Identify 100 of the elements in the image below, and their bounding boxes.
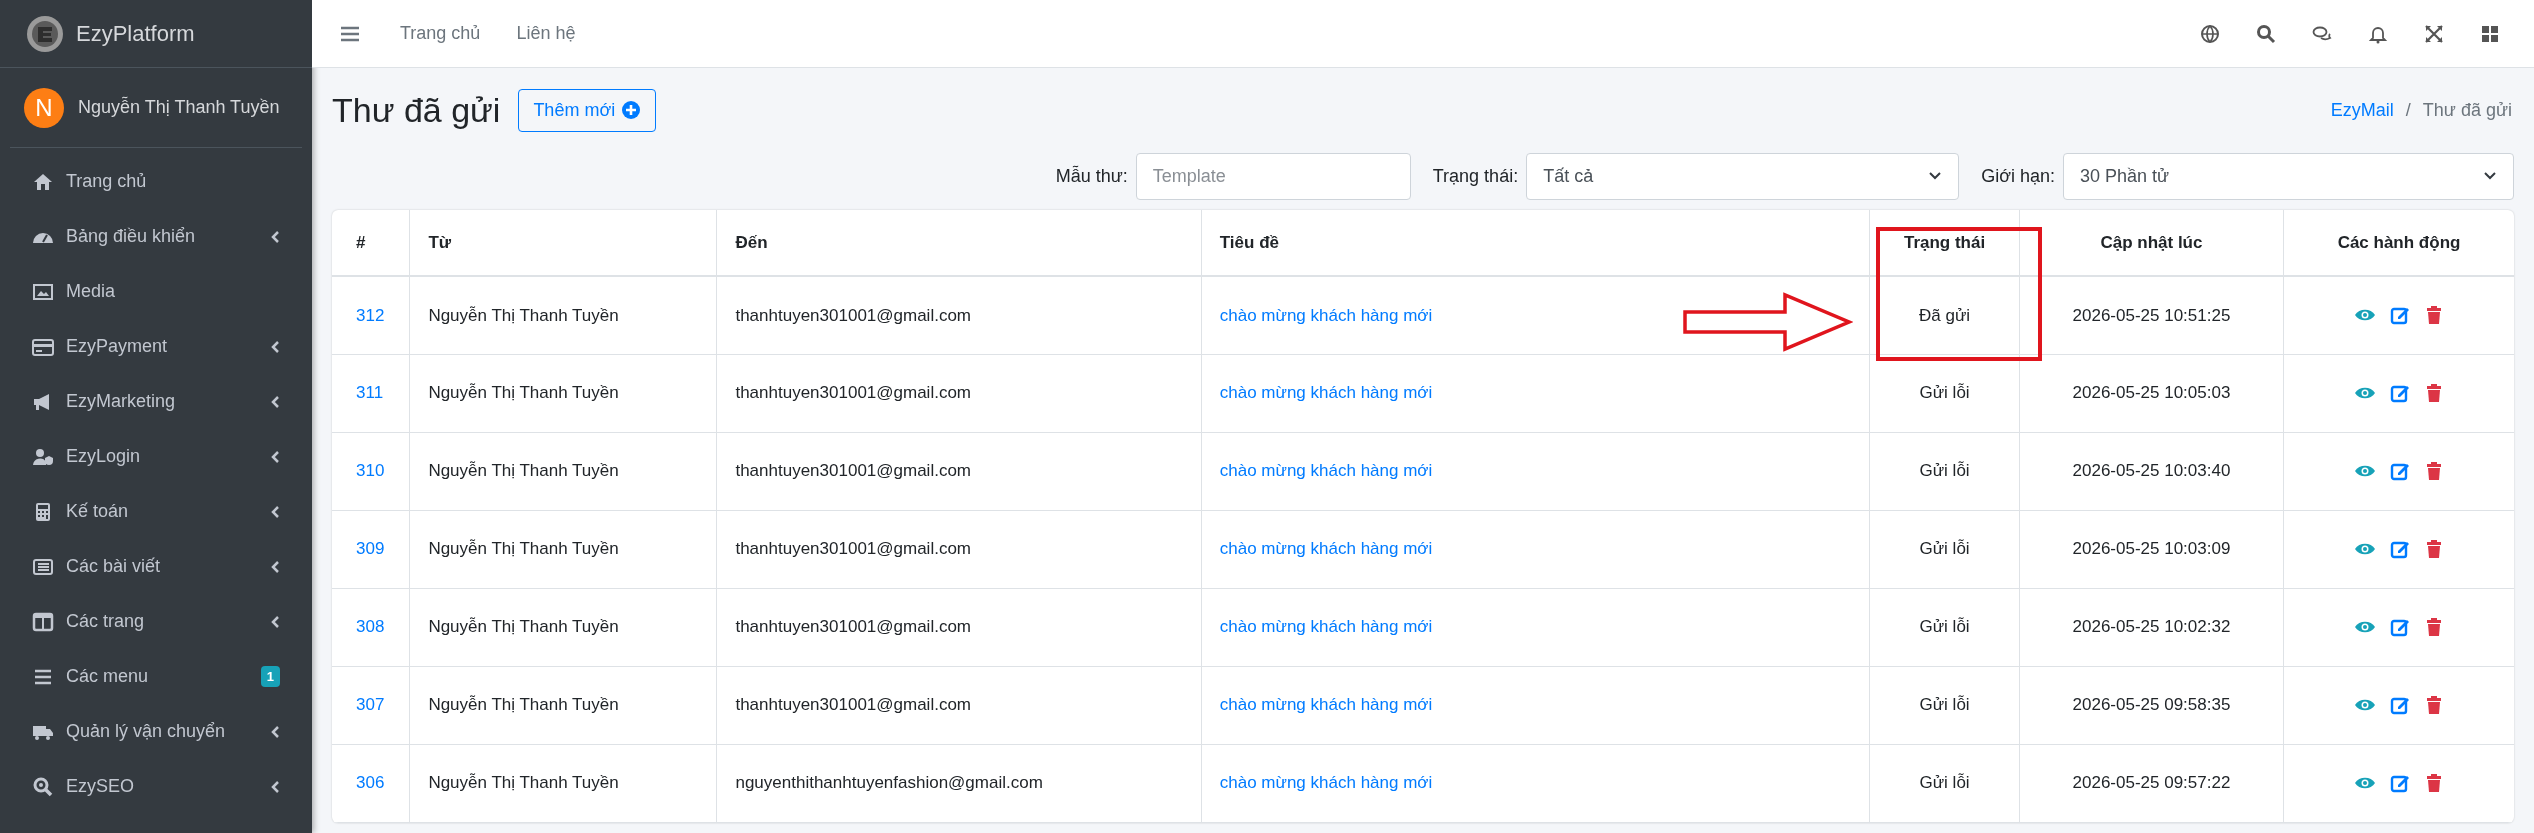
subject-link[interactable]: chào mừng khách hàng mới: [1219, 539, 1433, 559]
grid-button[interactable]: [2480, 23, 2500, 44]
updated-time: 2026-05-25 10:03:09: [2072, 539, 2231, 559]
sidebar-item[interactable]: Các bài viết: [10, 541, 302, 592]
sidebar-item[interactable]: EzyPayment: [10, 321, 302, 372]
globe-button[interactable]: [2200, 23, 2220, 44]
logo-icon: [26, 14, 64, 53]
plus-circle-icon: [621, 100, 642, 120]
updated-time: 2026-05-25 10:03:40: [2072, 461, 2231, 481]
edit-icon: [2390, 539, 2410, 559]
add-new-button[interactable]: Thêm mới: [518, 88, 657, 132]
edit-icon: [2390, 383, 2410, 403]
id-link[interactable]: 307: [356, 695, 385, 715]
recipient-email: thanhtuyen301001@gmail.com: [735, 305, 971, 325]
sidebar-item[interactable]: Các trang: [10, 596, 302, 647]
trash-icon: [2424, 383, 2444, 403]
template-field[interactable]: Template: [1135, 152, 1411, 200]
column-header: Trạng thái: [1869, 210, 2020, 276]
sidebar-item[interactable]: Trang chủ: [10, 156, 302, 207]
nav-link[interactable]: Trang chủ: [400, 20, 481, 47]
search-button[interactable]: [2256, 23, 2276, 44]
sidebar-item[interactable]: Các menu 1: [10, 651, 302, 702]
id-link[interactable]: 311: [356, 383, 384, 403]
recipient-email: thanhtuyen301001@gmail.com: [735, 383, 971, 403]
status-text: Gửi lỗi: [1919, 617, 1970, 637]
trash-icon: [2424, 695, 2444, 715]
delete-button[interactable]: [2424, 773, 2444, 793]
sidebar-item[interactable]: Bảng điều khiển: [10, 211, 302, 262]
delete-button[interactable]: [2424, 383, 2444, 403]
edit-button[interactable]: [2390, 617, 2410, 637]
select-field[interactable]: 30 Phần tử: [2063, 152, 2514, 200]
status-text: Đã gửi: [1919, 305, 1971, 325]
edit-button[interactable]: [2390, 461, 2410, 481]
id-link[interactable]: 312: [356, 305, 385, 325]
filter-label: Trạng thái:: [1432, 164, 1519, 188]
status-text: Gửi lỗi: [1919, 773, 1970, 793]
recipient-email: thanhtuyen301001@gmail.com: [735, 695, 971, 715]
subject-link[interactable]: chào mừng khách hàng mới: [1219, 383, 1433, 403]
user-name[interactable]: Nguyễn Thị Thanh Tuyền: [78, 94, 280, 121]
edit-icon: [2390, 617, 2410, 637]
trash-icon: [2424, 305, 2444, 326]
sidebar-item[interactable]: Media: [10, 266, 302, 317]
column-header: Tiêu đề: [1201, 210, 1870, 276]
count-badge: 1: [260, 665, 280, 688]
sender-name: Nguyễn Thị Thanh Tuyền: [428, 773, 619, 793]
select-field[interactable]: Tất cả: [1526, 152, 1960, 200]
recipient-email: thanhtuyen301001@gmail.com: [735, 461, 971, 481]
status-text: Gửi lỗi: [1919, 383, 1970, 403]
trash-icon: [2424, 617, 2444, 637]
delete-button[interactable]: [2424, 539, 2444, 559]
id-link[interactable]: 308: [356, 617, 385, 637]
delete-button[interactable]: [2424, 305, 2444, 326]
status-text: Gửi lỗi: [1919, 461, 1970, 481]
breadcrumb-link[interactable]: EzyMail: [2330, 96, 2394, 124]
columns-icon: [32, 610, 54, 633]
id-link[interactable]: 309: [356, 539, 385, 559]
nav-link[interactable]: Liên hệ: [516, 20, 576, 47]
delete-button[interactable]: [2424, 461, 2444, 481]
delete-button[interactable]: [2424, 617, 2444, 637]
sidebar-item[interactable]: Kế toán: [10, 486, 302, 537]
edit-icon: [2390, 305, 2410, 326]
chevron-down-icon: [1928, 171, 1943, 181]
breadcrumb-separator: /: [2405, 98, 2411, 122]
updated-time: 2026-05-25 09:58:35: [2072, 695, 2231, 715]
sender-name: Nguyễn Thị Thanh Tuyền: [428, 617, 619, 637]
column-header: Từ: [409, 210, 717, 276]
brand-name[interactable]: EzyPlatform: [76, 17, 195, 50]
sidebar-item[interactable]: EzySEO: [10, 761, 302, 812]
id-link[interactable]: 310: [356, 461, 385, 481]
sender-name: Nguyễn Thị Thanh Tuyền: [428, 305, 619, 325]
grid-icon: [2480, 23, 2500, 44]
subject-link[interactable]: chào mừng khách hàng mới: [1219, 305, 1433, 325]
column-header: Cập nhật lúc: [2019, 210, 2284, 276]
edit-button[interactable]: [2390, 695, 2410, 715]
sidebar-item[interactable]: EzyLogin: [10, 431, 302, 482]
status-text: Gửi lỗi: [1919, 539, 1970, 559]
subject-link[interactable]: chào mừng khách hàng mới: [1219, 617, 1433, 637]
trash-icon: [2424, 773, 2444, 793]
sidebar-item[interactable]: Quản lý vận chuyển: [10, 706, 302, 757]
edit-icon: [2390, 461, 2410, 481]
subject-link[interactable]: chào mừng khách hàng mới: [1219, 773, 1433, 793]
filter-label: Giới hạn:: [1981, 164, 2055, 188]
expand-button[interactable]: [2424, 23, 2444, 44]
subject-link[interactable]: chào mừng khách hàng mới: [1219, 695, 1433, 715]
column-header: Đến: [716, 210, 1202, 276]
delete-button[interactable]: [2424, 695, 2444, 715]
id-link[interactable]: 306: [356, 773, 385, 793]
column-header: Các hành động: [2283, 210, 2514, 276]
menu-icon: [340, 24, 360, 43]
subject-link[interactable]: chào mừng khách hàng mới: [1219, 461, 1433, 481]
edit-button[interactable]: [2390, 773, 2410, 793]
trash-icon: [2424, 539, 2444, 559]
sidebar-item[interactable]: EzyMarketing: [10, 376, 302, 427]
edit-button[interactable]: [2390, 305, 2410, 326]
trash-icon: [2424, 461, 2444, 481]
updated-time: 2026-05-25 10:05:03: [2072, 383, 2231, 403]
sender-name: Nguyễn Thị Thanh Tuyền: [428, 383, 619, 403]
edit-button[interactable]: [2390, 539, 2410, 559]
edit-button[interactable]: [2390, 383, 2410, 403]
chevron-down-icon: [2483, 171, 2497, 181]
